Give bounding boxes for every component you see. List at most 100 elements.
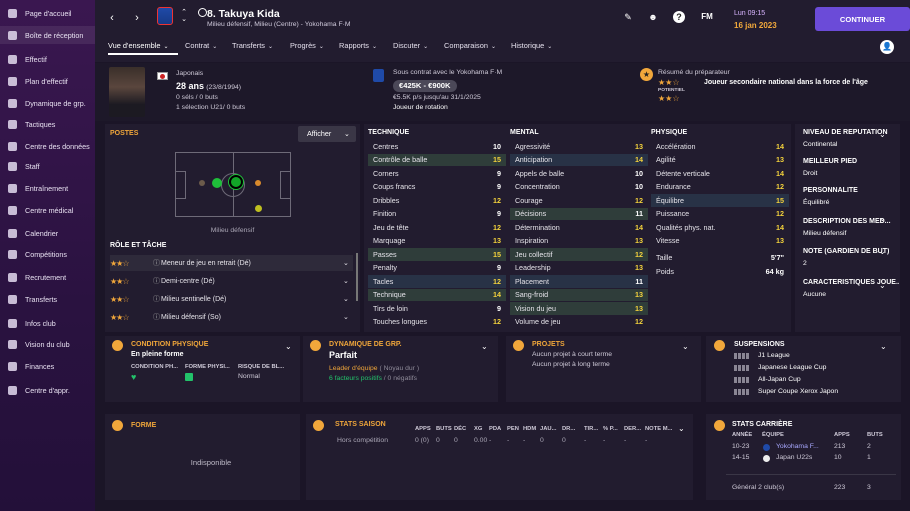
- attribute-name: Centres: [373, 141, 399, 151]
- stats-header[interactable]: NOTE M...: [645, 426, 672, 432]
- mental-title: MENTAL: [510, 129, 539, 136]
- tab-0[interactable]: Vue d'ensemble ⌄: [108, 41, 169, 50]
- career-total-goals: 3: [867, 484, 871, 491]
- back-arrow-icon[interactable]: ‹: [105, 11, 119, 25]
- tab-4[interactable]: Rapports ⌄: [339, 41, 377, 50]
- attribute-name: Courage: [515, 195, 543, 205]
- continue-button[interactable]: CONTINUER: [815, 7, 910, 31]
- detail-value: Milieu défensif: [803, 230, 847, 237]
- club-logo-icon[interactable]: [157, 7, 173, 25]
- projects-title[interactable]: PROJETS: [532, 341, 565, 348]
- tab-1[interactable]: Contrat ⌄: [185, 41, 217, 50]
- sidebar-item[interactable]: Centre médical: [0, 201, 95, 219]
- chevron-down-icon[interactable]: ⌄: [481, 342, 488, 351]
- edit-pencil-icon[interactable]: ✎: [622, 11, 634, 23]
- chevron-down-icon[interactable]: ⌄: [880, 342, 887, 351]
- condition-title[interactable]: CONDITION PHYSIQUE: [131, 341, 208, 348]
- scout-icon: [8, 272, 17, 282]
- dynamics-icon: [8, 98, 17, 108]
- stats-header[interactable]: % P...: [603, 426, 618, 432]
- mental-attribute-row: Concentration 10: [510, 181, 648, 194]
- sidebar-item[interactable]: Centre des données: [0, 137, 95, 155]
- scrollbar[interactable]: [356, 253, 358, 301]
- role-row[interactable]: ★★☆ ⓘ Milieu sentinelle (Dé) ⌄: [110, 291, 353, 307]
- sidebar-item[interactable]: Plan d'effectif: [0, 72, 95, 90]
- stats-header[interactable]: PEN: [507, 426, 519, 432]
- sidebar-item[interactable]: Vision du club: [0, 335, 95, 353]
- sidebar-item[interactable]: Page d'accueil: [0, 4, 95, 22]
- search-icon[interactable]: [198, 8, 207, 17]
- stats-header[interactable]: JAU...: [540, 426, 556, 432]
- suspension-icon: [714, 340, 725, 351]
- chevron-down-icon[interactable]: ⌄: [879, 214, 886, 223]
- role-label: Demi-centre (Dé): [161, 277, 215, 285]
- sidebar-item[interactable]: Staff: [0, 157, 95, 175]
- projects-panel: PROJETS Aucun projet à court terme Aucun…: [506, 336, 701, 402]
- chevron-down-icon[interactable]: ⌄: [879, 130, 886, 139]
- sidebar-item[interactable]: Recrutement: [0, 268, 95, 286]
- attribute-name: Marquage: [373, 236, 406, 246]
- sidebar-item[interactable]: Boîte de réception: [0, 26, 95, 44]
- role-title: RÔLE ET TÂCHE: [110, 242, 167, 249]
- tab-5[interactable]: Discuter ⌄: [393, 41, 428, 50]
- chevron-down-icon[interactable]: ⌄: [682, 342, 689, 351]
- stats-header[interactable]: DR...: [562, 426, 575, 432]
- chevron-down-icon[interactable]: ⌄: [879, 281, 886, 290]
- active-tab-indicator: [108, 53, 178, 55]
- tab-6[interactable]: Comparaison ⌄: [444, 41, 496, 50]
- updown-chevron-icon[interactable]: ⌃ ⌄: [177, 9, 191, 23]
- tab-2[interactable]: Transferts ⌄: [232, 41, 273, 50]
- role-row[interactable]: ★★☆ ⓘ Milieu défensif (So) ⌄: [110, 309, 353, 325]
- details-panel: NIVEAU DE RÉPUTATION Continental MEILLEUR …: [795, 124, 900, 332]
- tab-3[interactable]: Progrès ⌄: [290, 41, 324, 50]
- chevron-down-icon[interactable]: ⌄: [343, 277, 353, 285]
- help-icon[interactable]: ?: [673, 11, 685, 23]
- stats-header[interactable]: TIR...: [584, 426, 598, 432]
- transfer-value-badge[interactable]: €425K - €900K: [393, 80, 457, 92]
- user-avatar-icon[interactable]: 👤: [880, 40, 894, 54]
- season-stats-title[interactable]: STATS SAISON: [335, 421, 386, 428]
- attribute-value: 12: [493, 195, 501, 205]
- stats-header[interactable]: BUTS: [436, 426, 452, 432]
- forward-arrow-icon[interactable]: ›: [130, 11, 144, 25]
- role-row[interactable]: ★★☆ ⓘ Demi-centre (Dé) ⌄: [110, 273, 353, 289]
- dynamics-title[interactable]: DYNAMIQUE DE GRP.: [329, 341, 402, 348]
- chevron-down-icon[interactable]: ⌄: [879, 247, 886, 256]
- sidebar-item[interactable]: Finances: [0, 357, 95, 375]
- chevron-down-icon[interactable]: ⌄: [343, 259, 353, 267]
- role-row[interactable]: ★★☆ ⓘ Meneur de jeu en retrait (Dé) ⌄: [110, 255, 353, 271]
- info-icon[interactable]: ⓘ: [153, 276, 161, 286]
- positions-title[interactable]: POSTES: [110, 130, 138, 137]
- chevron-down-icon[interactable]: ⌄: [343, 313, 353, 321]
- chevron-down-icon[interactable]: ⌄: [285, 342, 292, 351]
- sidebar: Page d'accueil Boîte de réception Effectif…: [0, 0, 95, 511]
- sidebar-item[interactable]: Effectif: [0, 50, 95, 68]
- sidebar-item[interactable]: Calendrier: [0, 224, 95, 242]
- sidebar-item[interactable]: Tactiques: [0, 115, 95, 133]
- stats-value: -: [584, 437, 587, 444]
- display-dropdown[interactable]: Afficher ⌄: [298, 126, 356, 142]
- sidebar-item[interactable]: Entraînement: [0, 179, 95, 197]
- sidebar-item[interactable]: Transferts: [0, 290, 95, 308]
- info-icon[interactable]: ⓘ: [153, 294, 161, 304]
- face-icon[interactable]: ☻: [647, 11, 659, 23]
- career-stats-panel: STATS CARRIÈRE ANNÉE ÉQUIPE APPS BUTS 10…: [706, 414, 901, 500]
- form-title[interactable]: FORME: [131, 422, 156, 429]
- sidebar-item[interactable]: Compétitions: [0, 245, 95, 263]
- info-icon[interactable]: ⓘ: [153, 312, 161, 322]
- fm-menu-button[interactable]: FM: [699, 11, 715, 23]
- stats-header[interactable]: DER...: [624, 426, 641, 432]
- stats-header[interactable]: XG: [474, 426, 482, 432]
- career-team[interactable]: Yokohama F...: [776, 443, 819, 450]
- sidebar-item[interactable]: Centre d'appr.: [0, 381, 95, 399]
- sidebar-item[interactable]: Dynamique de grp.: [0, 94, 95, 112]
- info-icon[interactable]: ⓘ: [153, 258, 161, 268]
- tab-7[interactable]: Historique ⌄: [511, 41, 552, 50]
- stats-header[interactable]: PDA: [489, 426, 501, 432]
- sidebar-item[interactable]: Infos club: [0, 314, 95, 332]
- chevron-down-icon[interactable]: ⌄: [678, 424, 685, 433]
- stats-header[interactable]: APPS: [415, 426, 431, 432]
- chevron-down-icon[interactable]: ⌄: [343, 295, 353, 303]
- stats-header[interactable]: DÉC: [454, 426, 466, 432]
- stats-header[interactable]: HDM: [523, 426, 536, 432]
